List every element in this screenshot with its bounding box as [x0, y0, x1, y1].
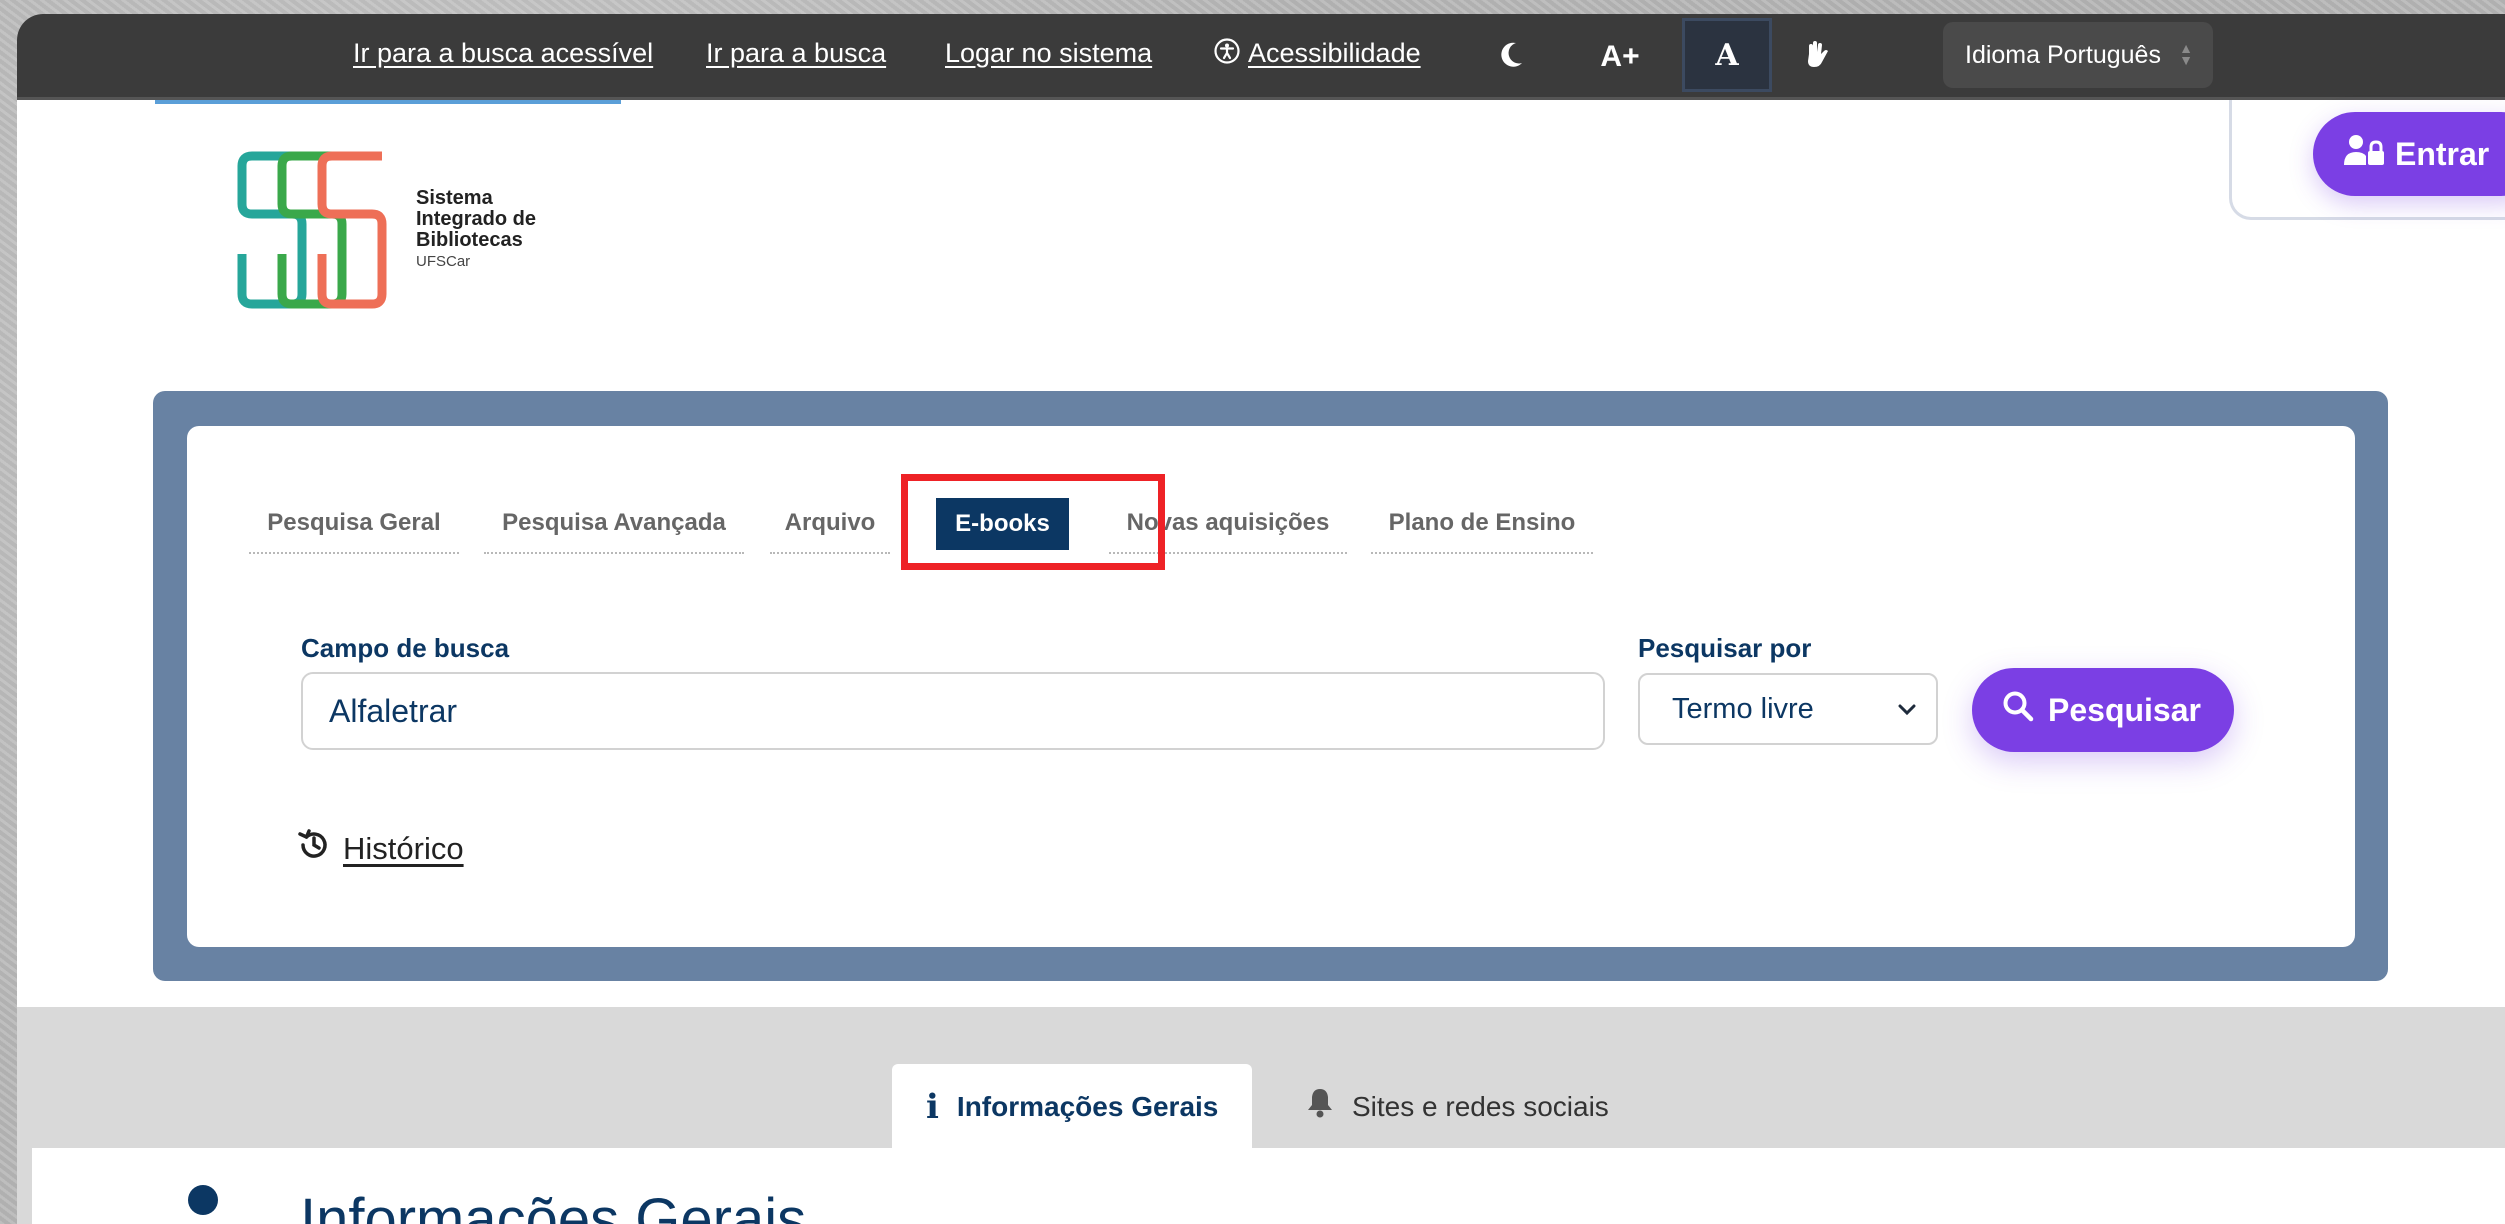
tab-sites-redes-sociais-label: Sites e redes sociais	[1352, 1090, 1609, 1122]
tab-plano-de-ensino[interactable]: Plano de Ensino	[1371, 494, 1593, 554]
sibi-logo[interactable]	[232, 144, 592, 324]
sign-language-button[interactable]	[1792, 14, 1842, 100]
logo-text-line: Sistema	[416, 187, 493, 209]
search-field-label: Campo de busca	[301, 633, 510, 663]
user-lock-icon	[2343, 133, 2385, 175]
accessibility-link[interactable]: Acessibilidade	[1248, 38, 1421, 69]
person-icon	[182, 1184, 224, 1224]
bell-icon	[1306, 1087, 1334, 1126]
search-submit-label: Pesquisar	[2048, 691, 2201, 728]
search-submit-button[interactable]: Pesquisar	[1972, 668, 2234, 752]
accessibility-bar: Ir para a busca acessível Ir para a busc…	[17, 14, 2505, 100]
tab-pesquisa-avancada[interactable]: Pesquisa Avançada	[484, 494, 744, 554]
header-accent-line	[155, 100, 621, 104]
language-select-value: Idioma Português	[1965, 40, 2161, 69]
tab-sites-redes-sociais[interactable]: Sites e redes sociais	[1272, 1064, 1643, 1149]
sibi-logo-mark	[237, 151, 387, 309]
highlight-annotation	[901, 474, 1165, 570]
tab-informacoes-gerais-label: Informações Gerais	[956, 1090, 1219, 1122]
hand-sign-icon	[1803, 40, 1831, 75]
accessibility-link-group[interactable]: Acessibilidade	[1214, 38, 1421, 69]
language-select[interactable]: Idioma Português ▲ ▼	[1943, 22, 2213, 88]
search-by-label: Pesquisar por	[1638, 633, 1812, 663]
history-link[interactable]: Histórico	[297, 828, 464, 870]
search-by-select[interactable]: Termo livre	[1638, 673, 1938, 745]
chevron-down-icon	[1896, 693, 1918, 735]
tab-pesquisa-geral[interactable]: Pesquisa Geral	[249, 494, 459, 554]
info-icon: i	[926, 1086, 939, 1127]
tab-informacoes-gerais[interactable]: i Informações Gerais	[892, 1064, 1253, 1149]
history-label: Histórico	[343, 831, 464, 866]
accessibility-icon	[1214, 38, 1240, 69]
logo-text-line: Integrado de	[416, 208, 537, 230]
search-by-value: Termo livre	[1672, 692, 1814, 725]
skip-to-search-link[interactable]: Ir para a busca	[706, 38, 886, 69]
history-icon	[297, 828, 331, 870]
font-increase-button[interactable]: A+	[1585, 14, 1655, 100]
select-arrows-icon: ▲ ▼	[2179, 40, 2193, 68]
skip-to-accessible-search-link[interactable]: Ir para a busca acessível	[353, 38, 653, 69]
logo-text: Sistema Integrado de Bibliotecas UFSCar	[416, 188, 536, 272]
font-normal-button[interactable]: A	[1682, 18, 1772, 92]
logo-text-line: Bibliotecas	[416, 229, 523, 251]
tab-arquivo[interactable]: Arquivo	[770, 494, 890, 554]
search-input[interactable]: Alfaletrar	[301, 672, 1605, 750]
login-button[interactable]: Entrar	[2313, 112, 2505, 196]
login-link[interactable]: Logar no sistema	[945, 38, 1152, 69]
login-button-label: Entrar	[2395, 135, 2490, 172]
logo-text-line: UFSCar	[416, 253, 471, 270]
moon-icon	[1500, 41, 1524, 74]
section-title: Informações Gerais	[300, 1187, 807, 1224]
dark-mode-button[interactable]	[1487, 14, 1537, 100]
search-icon	[2002, 690, 2034, 730]
browser-window: Ir para a busca acessível Ir para a busc…	[17, 14, 2505, 1224]
